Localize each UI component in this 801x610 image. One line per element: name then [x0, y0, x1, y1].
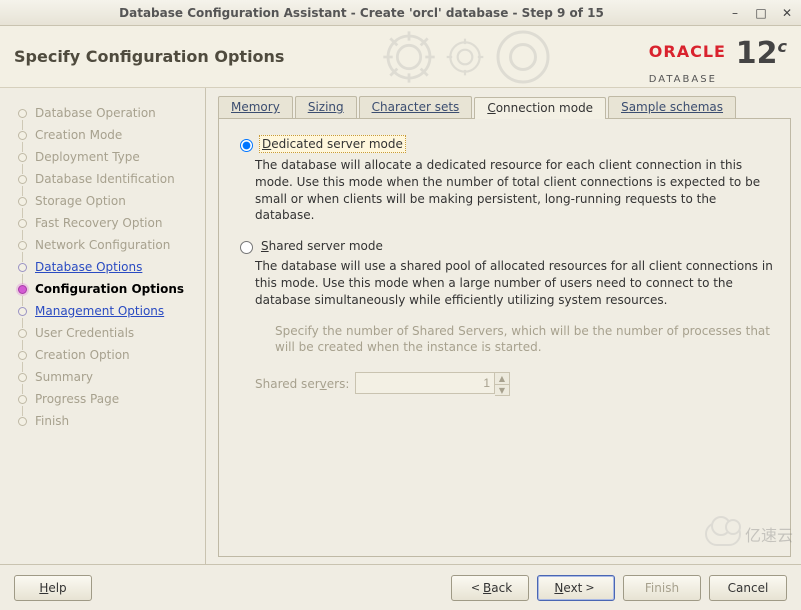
step-dot-icon [18, 329, 27, 338]
header-banner: Specify Configuration Options ORACLE 12c… [0, 26, 801, 88]
step-label: Database Options [35, 260, 142, 274]
dedicated-mode-option[interactable]: Dedicated server mode [235, 135, 774, 153]
maximize-icon[interactable]: □ [753, 5, 769, 21]
spinner-up-icon: ▲ [495, 373, 509, 384]
step-dot-icon [18, 153, 27, 162]
step-label: Creation Option [35, 348, 130, 362]
wizard-step-database-operation: Database Operation [0, 102, 205, 124]
step-dot-icon [18, 131, 27, 140]
shared-mode-label: Shared server mode [259, 238, 385, 254]
step-label: Database Identification [35, 172, 175, 186]
wizard-footer: Help < Back Next > Finish Cancel [0, 564, 801, 610]
wizard-step-user-credentials: User Credentials [0, 322, 205, 344]
main-panel: MemorySizingCharacter setsConnection mod… [206, 88, 801, 564]
connection-mode-panel: Dedicated server mode The database will … [218, 119, 791, 557]
tab-sizing[interactable]: Sizing [295, 96, 357, 118]
tab-sample-schemas[interactable]: Sample schemas [608, 96, 736, 118]
shared-servers-hint: Specify the number of Shared Servers, wh… [275, 323, 774, 357]
tab-character-sets[interactable]: Character sets [359, 96, 473, 118]
wizard-step-database-options[interactable]: Database Options [0, 256, 205, 278]
shared-mode-desc: The database will use a shared pool of a… [255, 258, 774, 308]
wizard-step-configuration-options: Configuration Options [0, 278, 205, 300]
step-dot-icon [18, 175, 27, 184]
tab-memory[interactable]: Memory [218, 96, 293, 118]
close-icon[interactable]: ✕ [779, 5, 795, 21]
wizard-step-database-identification: Database Identification [0, 168, 205, 190]
step-dot-icon [18, 109, 27, 118]
step-label: Database Operation [35, 106, 156, 120]
minimize-icon[interactable]: – [727, 5, 743, 21]
step-dot-icon [18, 285, 27, 294]
page-title: Specify Configuration Options [14, 47, 284, 66]
cancel-button[interactable]: Cancel [709, 575, 787, 601]
step-label: Summary [35, 370, 93, 384]
step-label: Finish [35, 414, 69, 428]
wizard-step-progress-page: Progress Page [0, 388, 205, 410]
wizard-steps-sidebar: Database Operation Creation Mode Deploymen… [0, 88, 206, 564]
dedicated-mode-label: Dedicated server mode [259, 135, 406, 153]
wizard-step-creation-mode: Creation Mode [0, 124, 205, 146]
spinner-down-icon: ▼ [495, 384, 509, 395]
step-dot-icon [18, 373, 27, 382]
step-label: Management Options [35, 304, 164, 318]
step-label: Fast Recovery Option [35, 216, 162, 230]
help-button[interactable]: Help [14, 575, 92, 601]
shared-mode-option[interactable]: Shared server mode [235, 238, 774, 254]
wizard-step-finish: Finish [0, 410, 205, 432]
tab-bar: MemorySizingCharacter setsConnection mod… [218, 96, 791, 119]
step-label: Deployment Type [35, 150, 140, 164]
step-label: Progress Page [35, 392, 119, 406]
dedicated-mode-desc: The database will allocate a dedicated r… [255, 157, 774, 224]
shared-mode-radio[interactable] [240, 241, 253, 254]
step-label: Creation Mode [35, 128, 122, 142]
shared-servers-input [355, 372, 495, 394]
wizard-step-summary: Summary [0, 366, 205, 388]
wizard-step-creation-option: Creation Option [0, 344, 205, 366]
window-titlebar: Database Configuration Assistant - Creat… [0, 0, 801, 26]
shared-servers-block: Specify the number of Shared Servers, wh… [255, 323, 774, 397]
step-dot-icon [18, 197, 27, 206]
step-dot-icon [18, 219, 27, 228]
shared-servers-spinner: ▲ ▼ [355, 372, 510, 396]
wizard-step-network-configuration: Network Configuration [0, 234, 205, 256]
gear-decoration [381, 26, 641, 88]
wizard-step-management-options[interactable]: Management Options [0, 300, 205, 322]
step-dot-icon [18, 351, 27, 360]
step-dot-icon [18, 417, 27, 426]
step-label: User Credentials [35, 326, 134, 340]
brand-version: 12c [736, 36, 787, 71]
shared-servers-label: Shared servers: [255, 377, 355, 391]
wizard-step-storage-option: Storage Option [0, 190, 205, 212]
wizard-step-deployment-type: Deployment Type [0, 146, 205, 168]
window-title: Database Configuration Assistant - Creat… [6, 6, 717, 20]
step-label: Network Configuration [35, 238, 170, 252]
brand-sub: DATABASE [649, 74, 717, 85]
dedicated-mode-radio[interactable] [240, 139, 253, 152]
tab-connection-mode[interactable]: Connection mode [474, 97, 606, 119]
wizard-step-fast-recovery-option: Fast Recovery Option [0, 212, 205, 234]
watermark: 亿速云 [705, 522, 793, 546]
back-button[interactable]: < Back [451, 575, 529, 601]
step-label: Storage Option [35, 194, 126, 208]
step-dot-icon [18, 263, 27, 272]
step-dot-icon [18, 241, 27, 250]
step-label: Configuration Options [35, 282, 184, 296]
next-button[interactable]: Next > [537, 575, 615, 601]
oracle-logo: ORACLE 12c DATABASE [649, 36, 787, 85]
finish-button: Finish [623, 575, 701, 601]
brand-name: ORACLE [649, 42, 726, 61]
cloud-icon [705, 522, 741, 546]
step-dot-icon [18, 307, 27, 316]
step-dot-icon [18, 395, 27, 404]
